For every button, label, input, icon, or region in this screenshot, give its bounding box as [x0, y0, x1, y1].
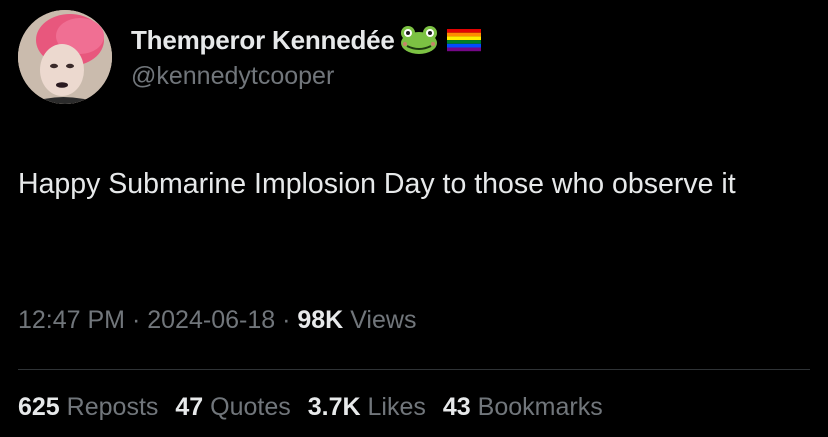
tweet-container: Themperor Kennedée @kennedytcooper Happy… [0, 0, 828, 437]
reposts-stat[interactable]: 625 Reposts [18, 393, 158, 422]
tweet-time[interactable]: 12:47 PM [18, 306, 125, 334]
views-label: Views [350, 306, 417, 334]
frog-icon [397, 25, 441, 55]
likes-count: 3.7K [307, 393, 361, 421]
likes-stat[interactable]: 3.7K Likes [308, 393, 426, 422]
reposts-label: Reposts [66, 393, 159, 421]
tweet-stats: 625 Reposts 47 Quotes 3.7K Likes 43 Book… [18, 393, 620, 422]
avatar-image [18, 10, 112, 104]
meta-separator: · [131, 306, 141, 334]
quotes-count: 47 [175, 393, 204, 421]
quotes-label: Quotes [210, 393, 291, 421]
tweet-date[interactable]: 2024-06-18 [147, 306, 275, 334]
tweet-meta: 12:47 PM · 2024-06-18 · 98K Views [18, 306, 416, 335]
tweet-text: Happy Submarine Implosion Day to those w… [18, 168, 736, 200]
bookmarks-count: 43 [442, 393, 471, 421]
divider [18, 369, 810, 370]
author-display-name[interactable]: Themperor Kennedée [131, 25, 395, 56]
likes-label: Likes [367, 393, 426, 421]
quotes-stat[interactable]: 47 Quotes [175, 393, 290, 422]
author-name-row: Themperor Kennedée [131, 24, 483, 56]
bookmarks-label: Bookmarks [477, 393, 603, 421]
avatar[interactable] [18, 10, 112, 104]
author-handle[interactable]: @kennedytcooper [131, 62, 334, 91]
bookmarks-stat[interactable]: 43 Bookmarks [443, 393, 603, 422]
reposts-count: 625 [18, 393, 60, 421]
views-count[interactable]: 98K [297, 306, 343, 334]
rainbow-flag-icon [443, 25, 483, 55]
meta-separator: · [282, 306, 291, 334]
